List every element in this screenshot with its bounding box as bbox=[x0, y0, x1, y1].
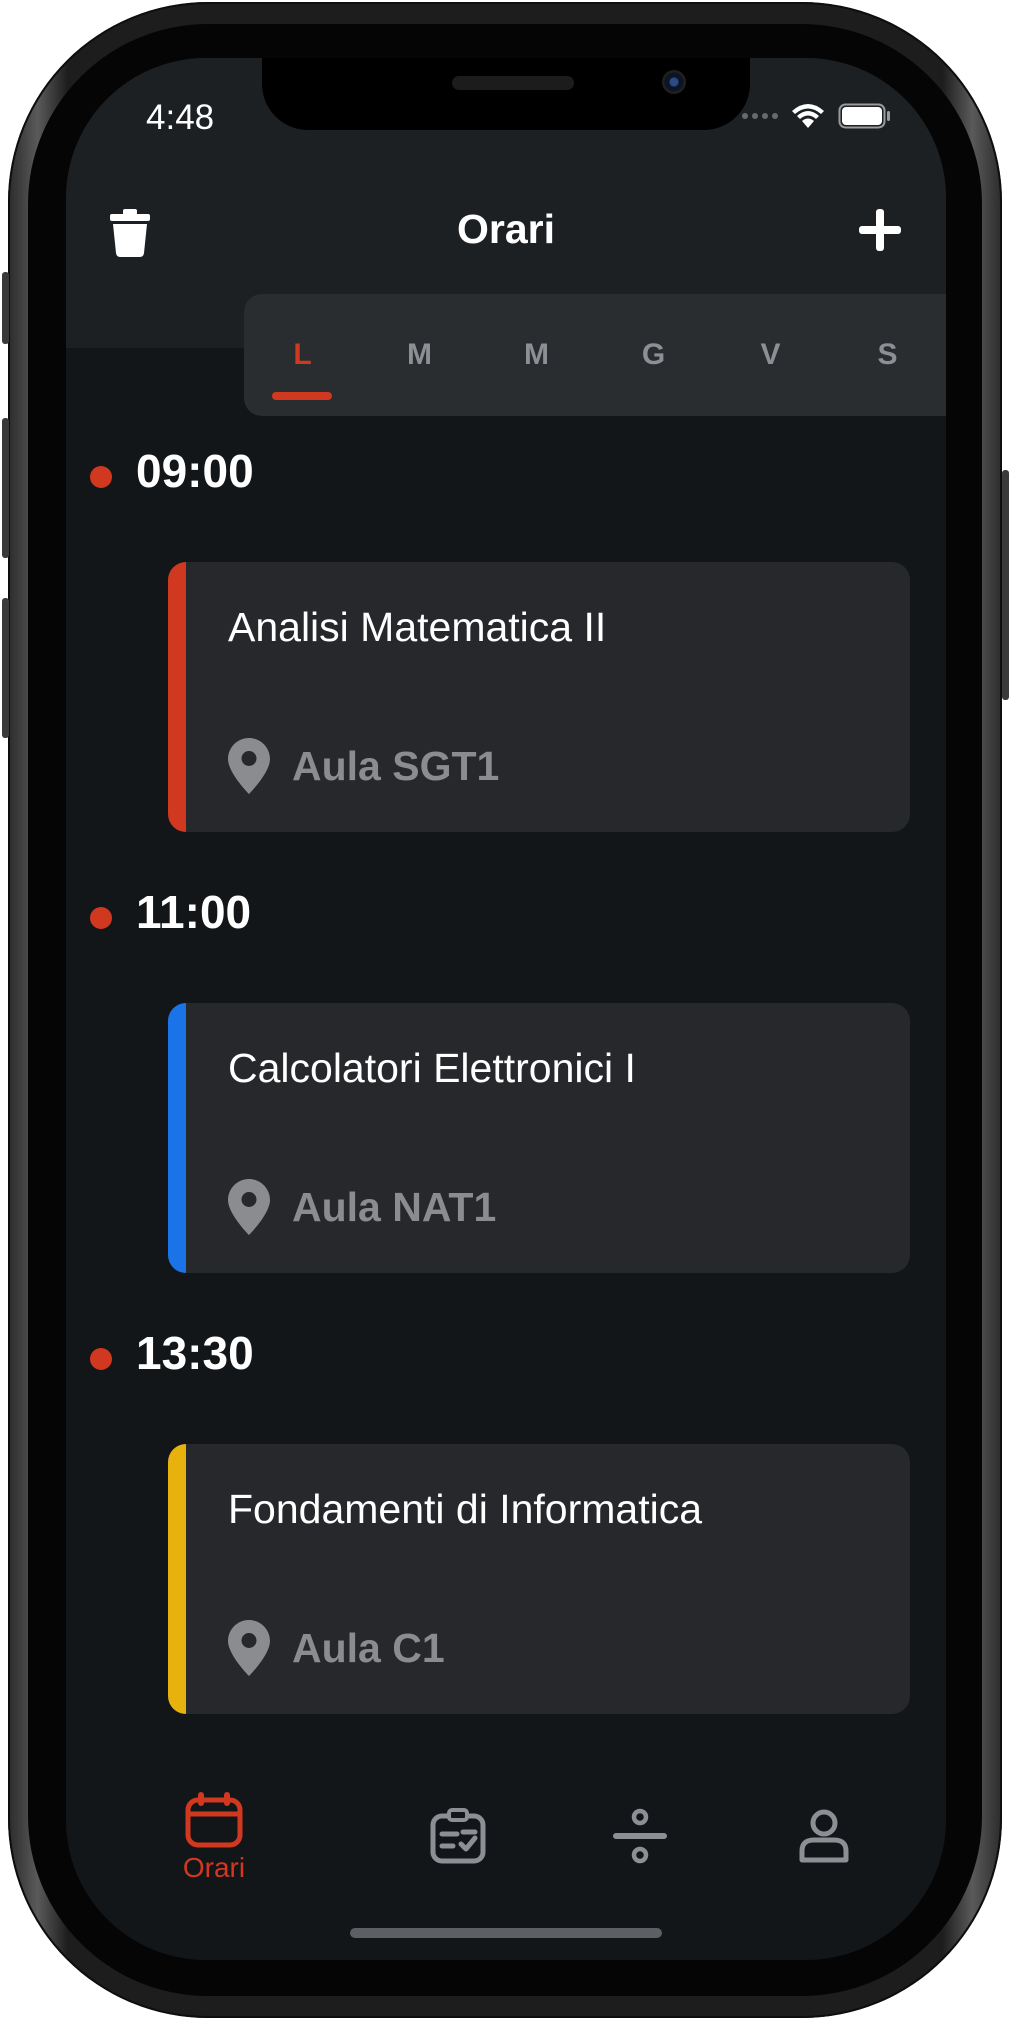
plus-icon bbox=[859, 209, 901, 251]
location-pin-icon bbox=[228, 1179, 270, 1235]
time-slot: 11:00 bbox=[66, 885, 946, 945]
wifi-icon bbox=[792, 104, 824, 128]
lesson-color-bar bbox=[168, 562, 186, 832]
day-tab-saturday[interactable]: S bbox=[829, 294, 946, 416]
status-icons bbox=[742, 102, 892, 130]
lesson-room: Aula NAT1 bbox=[292, 1183, 497, 1230]
time-label: 09:00 bbox=[136, 445, 254, 497]
mute-switch bbox=[2, 272, 9, 344]
front-camera bbox=[662, 70, 686, 94]
lesson-title: Calcolatori Elettronici I bbox=[228, 1045, 636, 1091]
volume-down-button bbox=[2, 598, 9, 738]
home-indicator bbox=[350, 1928, 662, 1938]
lesson-color-bar bbox=[168, 1444, 186, 1714]
lesson-title: Fondamenti di Informatica bbox=[228, 1486, 703, 1532]
app-screen: 4:48 Orari L M M G V S 09:00 Analisi Mat… bbox=[66, 58, 946, 1960]
divide-icon bbox=[613, 1808, 667, 1864]
time-slot: 13:30 bbox=[66, 1326, 946, 1386]
calendar-icon bbox=[185, 1792, 243, 1848]
day-selector: L M M G V S bbox=[244, 294, 946, 416]
day-tab-tuesday[interactable]: M bbox=[361, 294, 478, 416]
clipboard-checklist-icon bbox=[430, 1808, 486, 1864]
page-title: Orari bbox=[457, 206, 555, 252]
day-tab-thursday[interactable]: G bbox=[595, 294, 712, 416]
lesson-location: Aula NAT1 bbox=[228, 1179, 496, 1235]
lesson-card[interactable]: Fondamenti di Informatica Aula C1 bbox=[168, 1444, 910, 1714]
time-dot bbox=[90, 1348, 112, 1370]
lesson-room: Aula C1 bbox=[292, 1624, 445, 1671]
time-label: 11:00 bbox=[136, 886, 252, 938]
lesson-location: Aula C1 bbox=[228, 1620, 445, 1676]
active-day-indicator bbox=[272, 392, 332, 400]
status-time: 4:48 bbox=[146, 98, 215, 137]
tab-grades[interactable] bbox=[540, 1808, 740, 1928]
tab-orari[interactable]: Orari bbox=[114, 1792, 314, 1912]
cellular-signal-icon bbox=[742, 113, 778, 119]
speaker bbox=[452, 76, 574, 90]
lesson-color-bar bbox=[168, 1003, 186, 1273]
time-dot bbox=[90, 466, 112, 488]
power-button bbox=[1002, 470, 1009, 700]
add-button[interactable] bbox=[858, 208, 902, 252]
volume-up-button bbox=[2, 418, 9, 558]
tab-profile[interactable] bbox=[724, 1808, 924, 1928]
tab-tasks[interactable] bbox=[358, 1808, 558, 1928]
lesson-card[interactable]: Analisi Matematica II Aula SGT1 bbox=[168, 562, 910, 832]
location-pin-icon bbox=[228, 738, 270, 794]
location-pin-icon bbox=[228, 1620, 270, 1676]
time-dot bbox=[90, 907, 112, 929]
day-tab-friday[interactable]: V bbox=[712, 294, 829, 416]
time-slot: 09:00 bbox=[66, 444, 946, 504]
lesson-room: Aula SGT1 bbox=[292, 742, 500, 789]
lesson-title: Analisi Matematica II bbox=[228, 604, 607, 650]
notch bbox=[262, 58, 750, 130]
user-icon bbox=[799, 1809, 849, 1863]
lesson-location: Aula SGT1 bbox=[228, 738, 499, 794]
time-label: 13:30 bbox=[136, 1327, 254, 1379]
tab-bar: Orari bbox=[66, 1768, 946, 1918]
tab-label: Orari bbox=[182, 1852, 246, 1883]
battery-icon bbox=[838, 103, 890, 129]
day-tab-wednesday[interactable]: M bbox=[478, 294, 595, 416]
lesson-card[interactable]: Calcolatori Elettronici I Aula NAT1 bbox=[168, 1003, 910, 1273]
